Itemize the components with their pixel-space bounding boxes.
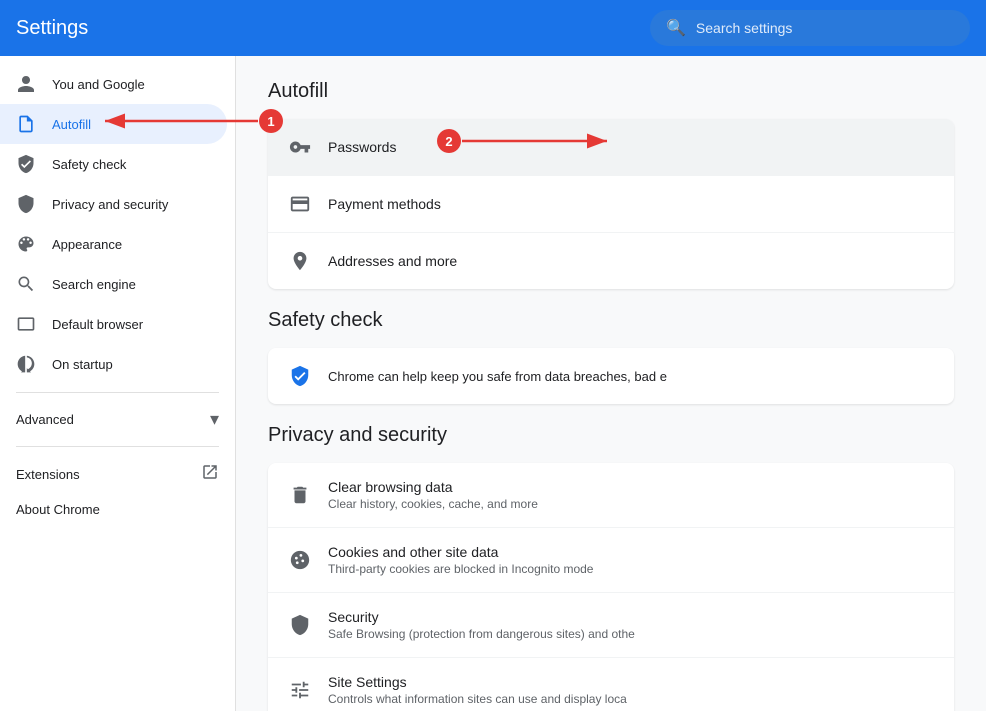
security-title: Security bbox=[328, 609, 635, 625]
key-icon bbox=[288, 135, 312, 159]
sidebar-item-appearance[interactable]: Appearance bbox=[0, 224, 227, 264]
sidebar-divider bbox=[16, 392, 219, 393]
app-title: Settings bbox=[16, 17, 650, 40]
sidebar-item-label: Default browser bbox=[52, 317, 143, 332]
clear-browsing-item[interactable]: Clear browsing data Clear history, cooki… bbox=[268, 463, 954, 528]
header: Settings 🔍 Search settings bbox=[0, 0, 986, 56]
search-engine-icon bbox=[16, 274, 36, 294]
location-icon bbox=[288, 249, 312, 273]
cookies-item[interactable]: Cookies and other site data Third-party … bbox=[268, 528, 954, 593]
appearance-icon bbox=[16, 234, 36, 254]
payment-methods-item[interactable]: Payment methods bbox=[268, 176, 954, 233]
safety-check-desc: Chrome can help keep you safe from data … bbox=[328, 369, 667, 384]
security-item[interactable]: Security Safe Browsing (protection from … bbox=[268, 593, 954, 658]
clear-browsing-subtitle: Clear history, cookies, cache, and more bbox=[328, 497, 538, 511]
sidebar-item-label: On startup bbox=[52, 357, 113, 372]
sidebar-item-about[interactable]: About Chrome bbox=[0, 494, 235, 525]
privacy-section-title: Privacy and security bbox=[268, 424, 954, 447]
chevron-down-icon: ▾ bbox=[210, 409, 219, 430]
sidebar-item-label: Appearance bbox=[52, 237, 122, 252]
sidebar-item-extensions[interactable]: Extensions bbox=[0, 455, 235, 494]
autofill-card: Passwords Payment methods bbox=[268, 119, 954, 289]
sidebar-item-autofill[interactable]: Autofill bbox=[0, 104, 227, 144]
startup-icon bbox=[16, 354, 36, 374]
sidebar: You and Google Autofill Safety check bbox=[0, 56, 236, 711]
sliders-icon bbox=[288, 678, 312, 702]
credit-card-icon bbox=[288, 192, 312, 216]
safety-check-title: Safety check bbox=[268, 309, 954, 332]
addresses-label: Addresses and more bbox=[328, 253, 457, 269]
site-settings-subtitle: Controls what information sites can use … bbox=[328, 692, 627, 706]
shield-icon bbox=[288, 613, 312, 637]
trash-icon bbox=[288, 483, 312, 507]
addresses-item[interactable]: Addresses and more bbox=[268, 233, 954, 289]
site-settings-item[interactable]: Site Settings Controls what information … bbox=[268, 658, 954, 711]
cookie-icon bbox=[288, 548, 312, 572]
external-link-icon bbox=[201, 463, 219, 486]
extensions-label: Extensions bbox=[16, 467, 80, 482]
sidebar-item-label: You and Google bbox=[52, 77, 145, 92]
sidebar-advanced[interactable]: Advanced ▾ bbox=[0, 401, 235, 438]
sidebar-item-safety-check[interactable]: Safety check bbox=[0, 144, 227, 184]
sidebar-item-default-browser[interactable]: Default browser bbox=[0, 304, 227, 344]
sidebar-item-label: Privacy and security bbox=[52, 197, 168, 212]
site-settings-title: Site Settings bbox=[328, 674, 627, 690]
safety-icon bbox=[16, 154, 36, 174]
person-icon bbox=[16, 74, 36, 94]
sidebar-item-you-and-google[interactable]: You and Google bbox=[0, 64, 227, 104]
autofill-title: Autofill bbox=[268, 80, 954, 103]
search-bar[interactable]: 🔍 Search settings bbox=[650, 10, 970, 46]
sidebar-item-search-engine[interactable]: Search engine bbox=[0, 264, 227, 304]
clear-browsing-title: Clear browsing data bbox=[328, 479, 538, 495]
search-placeholder: Search settings bbox=[696, 20, 793, 36]
privacy-card: Clear browsing data Clear history, cooki… bbox=[268, 463, 954, 711]
sidebar-item-privacy[interactable]: Privacy and security bbox=[0, 184, 227, 224]
shield-check-icon bbox=[288, 364, 312, 388]
passwords-label: Passwords bbox=[328, 139, 396, 155]
advanced-label: Advanced bbox=[16, 412, 74, 427]
autofill-icon bbox=[16, 114, 36, 134]
sidebar-divider-2 bbox=[16, 446, 219, 447]
privacy-icon bbox=[16, 194, 36, 214]
safety-check-card[interactable]: Chrome can help keep you safe from data … bbox=[268, 348, 954, 404]
content-area: Autofill Passwords P bbox=[236, 56, 986, 711]
security-subtitle: Safe Browsing (protection from dangerous… bbox=[328, 627, 635, 641]
search-icon: 🔍 bbox=[666, 18, 686, 38]
sidebar-item-label: Safety check bbox=[52, 157, 126, 172]
payment-methods-label: Payment methods bbox=[328, 196, 441, 212]
cookies-title: Cookies and other site data bbox=[328, 544, 593, 560]
about-label: About Chrome bbox=[16, 502, 100, 517]
passwords-item[interactable]: Passwords bbox=[268, 119, 954, 176]
cookies-subtitle: Third-party cookies are blocked in Incog… bbox=[328, 562, 593, 576]
sidebar-item-on-startup[interactable]: On startup bbox=[0, 344, 227, 384]
sidebar-item-label: Search engine bbox=[52, 277, 136, 292]
default-browser-icon bbox=[16, 314, 36, 334]
sidebar-item-label: Autofill bbox=[52, 117, 91, 132]
